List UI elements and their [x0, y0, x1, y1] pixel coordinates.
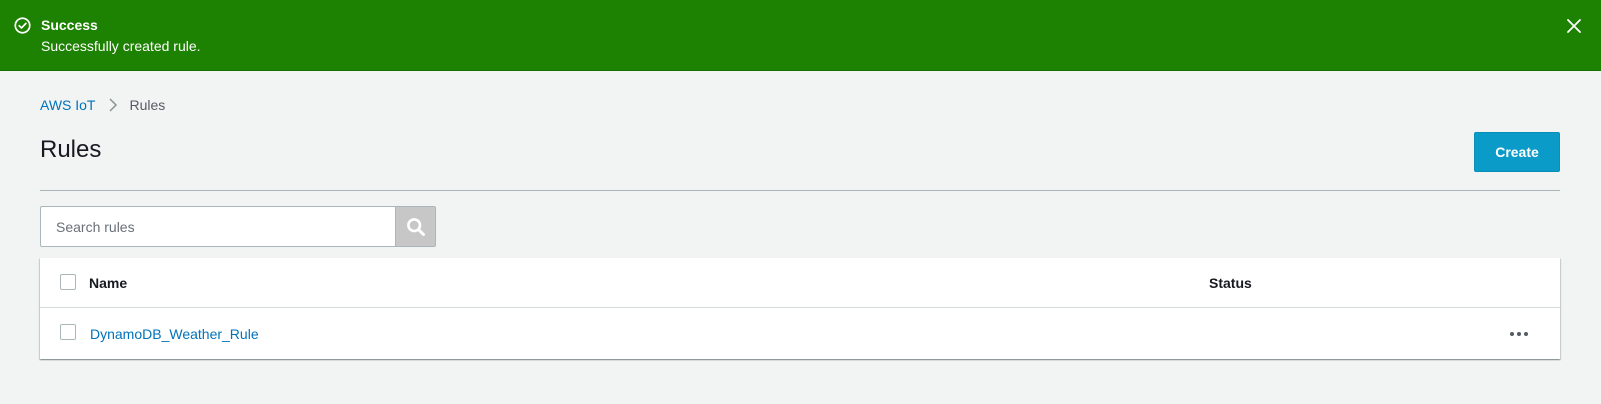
- more-actions-icon[interactable]: [1506, 324, 1532, 344]
- breadcrumb: AWS IoT Rules: [40, 97, 165, 113]
- flash-title: Success: [41, 17, 98, 33]
- divider: [40, 190, 1560, 191]
- search-icon: [407, 218, 425, 236]
- page-title: Rules: [40, 136, 102, 163]
- create-button[interactable]: Create: [1474, 132, 1560, 172]
- breadcrumb-rules: Rules: [129, 97, 166, 113]
- success-flashbar: Success Successfully created rule.: [0, 0, 1601, 71]
- search-button[interactable]: [395, 206, 436, 247]
- column-header-name[interactable]: Name: [89, 275, 127, 291]
- breadcrumb-aws-iot[interactable]: AWS IoT: [40, 97, 96, 113]
- check-circle-icon: [14, 17, 31, 34]
- rule-name-link[interactable]: DynamoDB_Weather_Rule: [90, 326, 259, 342]
- flash-message: Successfully created rule.: [41, 38, 201, 54]
- column-header-status[interactable]: Status: [1209, 275, 1252, 291]
- table-header: Name Status: [40, 258, 1560, 308]
- select-all-checkbox[interactable]: [60, 274, 76, 290]
- search-bar: [40, 206, 436, 247]
- row-checkbox[interactable]: [60, 324, 76, 340]
- table-row: DynamoDB_Weather_Rule: [40, 308, 1560, 359]
- rules-table: Name Status DynamoDB_Weather_Rule: [40, 258, 1560, 359]
- search-input[interactable]: [40, 206, 396, 247]
- chevron-right-icon: [108, 98, 117, 112]
- close-icon[interactable]: [1566, 18, 1582, 34]
